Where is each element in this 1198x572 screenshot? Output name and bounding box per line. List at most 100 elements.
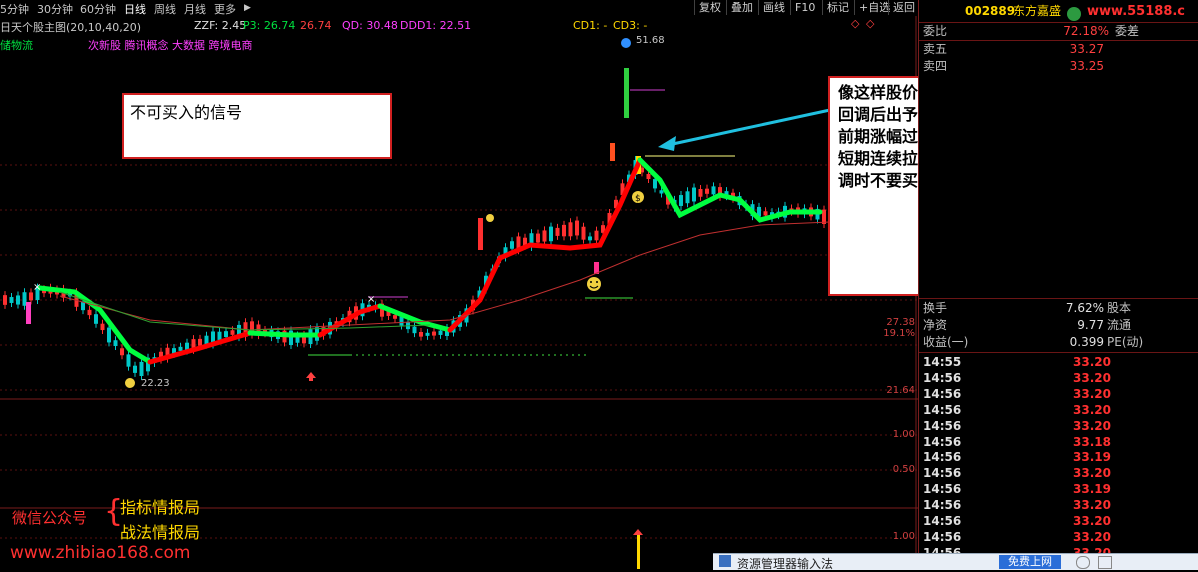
candle	[555, 227, 560, 236]
stat-label-2: 股本	[1107, 301, 1132, 315]
axis-label: 21.64	[886, 385, 915, 396]
tick-time: 14:56	[923, 370, 962, 385]
stat-label-2: PE(动)	[1107, 335, 1144, 349]
candle	[26, 302, 31, 324]
tick-price: 33.20	[1073, 466, 1111, 481]
watermark-line1: 指标情报局	[120, 498, 201, 517]
axis-label: 27.38	[886, 317, 915, 328]
tick-row: 14:56 33.19	[919, 449, 1198, 465]
tick-price: 33.20	[1073, 498, 1111, 513]
stat-value: 7.62%	[1065, 301, 1104, 315]
tick-row: 14:56 33.20	[919, 386, 1198, 402]
ask5-row: 卖五 33.27	[919, 41, 1198, 58]
coin-icon	[125, 378, 135, 388]
tick-price: 33.19	[1073, 482, 1111, 497]
candle	[224, 331, 228, 337]
smiley-icon	[587, 277, 601, 291]
axis-label: 19.1%	[883, 328, 915, 339]
high-price-label: 51.68	[636, 35, 665, 46]
tick-row: 14:55 33.20	[919, 354, 1198, 370]
tick-list[interactable]: 14:55 33.20 14:56 33.20 14:56 33.20 14:56 33.20…	[919, 354, 1198, 569]
candle	[659, 190, 664, 194]
weibi-row: 委比 72.18% 委差	[919, 23, 1198, 40]
tick-row: 14:56 33.20	[919, 529, 1198, 545]
wechat-label: 微信公众号	[12, 509, 88, 527]
axis-label: 1.00	[892, 429, 915, 440]
candle	[419, 332, 423, 337]
callout-arrow	[667, 108, 831, 147]
stock-header: 002889 东方嘉盛 www.55188.c	[919, 3, 1198, 21]
tick-time: 14:56	[923, 482, 962, 497]
tick-time: 14:55	[923, 355, 962, 369]
candle	[510, 241, 514, 249]
tick-time: 14:56	[923, 498, 962, 513]
stat-row: 换手 7.62% 股本	[919, 300, 1198, 317]
candle	[536, 233, 540, 243]
candle	[594, 230, 599, 241]
stat-label: 净资	[923, 318, 948, 332]
candle	[610, 143, 615, 161]
candle	[549, 226, 553, 242]
tick-price: 33.20	[1073, 370, 1111, 385]
candle	[100, 323, 105, 331]
candle	[87, 309, 92, 316]
axis-label: 1.00	[892, 531, 915, 542]
tick-price: 33.20	[1073, 355, 1111, 369]
candle	[568, 222, 573, 237]
candle	[29, 292, 33, 301]
stat-label-2: 流通	[1107, 318, 1132, 332]
coin-icon-2	[486, 214, 494, 222]
tick-row: 14:56 33.20	[919, 402, 1198, 418]
ma-line	[59, 221, 831, 331]
low-price-label: 22.23	[141, 378, 170, 389]
candle	[139, 361, 144, 376]
signal-arrow-icon	[633, 529, 643, 535]
tick-price: 33.20	[1073, 386, 1111, 401]
ask4-row: 卖四 33.25	[919, 58, 1198, 75]
free-internet-button[interactable]: 免费上网	[999, 555, 1061, 569]
tick-time: 14:56	[923, 402, 962, 417]
popup-title: 资源管理器输入法	[737, 557, 834, 571]
callout-arrow-head-icon	[658, 136, 676, 151]
candle	[120, 348, 124, 356]
watermark-url: www.zhibiao168.com	[10, 543, 191, 563]
candle	[217, 331, 222, 340]
window-icon[interactable]	[1098, 556, 1112, 569]
candle	[432, 331, 436, 336]
candle	[126, 354, 131, 367]
candle	[624, 68, 629, 118]
tick-time: 14:56	[923, 386, 962, 401]
app-icon	[719, 555, 731, 567]
stat-row: 收益(一) 0.399 PE(动)	[919, 334, 1198, 351]
stat-row: 净资 9.77 流通	[919, 317, 1198, 334]
ask4-price: 33.25	[1069, 59, 1104, 73]
logo-icon	[1067, 7, 1081, 21]
peak-marker-icon	[621, 38, 631, 48]
ime-popup[interactable]: 资源管理器输入法 免费上网	[713, 553, 1198, 571]
trend-line	[37, 285, 153, 365]
ask4-label: 卖四	[923, 59, 948, 73]
candle	[646, 173, 651, 180]
stock-code: 002889	[965, 4, 1016, 18]
watermark-line2: 战法情报局	[120, 523, 201, 542]
candle	[542, 230, 547, 242]
tick-row: 14:56 33.20	[919, 418, 1198, 434]
candle	[581, 226, 586, 240]
svg-text:×: ×	[367, 294, 375, 305]
tick-row: 14:56 33.19	[919, 481, 1198, 497]
tick-price: 33.20	[1073, 402, 1111, 417]
left-note-box: 不可买入的信号	[122, 93, 392, 159]
candle	[113, 340, 118, 347]
tick-price: 33.18	[1073, 434, 1111, 449]
candle	[399, 316, 404, 326]
candle	[692, 187, 696, 202]
search-icon[interactable]	[1076, 556, 1090, 569]
candle	[133, 365, 137, 373]
candle	[438, 330, 443, 335]
ask5-price: 33.27	[1069, 42, 1104, 56]
tick-row: 14:56 33.20	[919, 370, 1198, 386]
tick-price: 33.20	[1073, 418, 1111, 433]
candle	[9, 297, 14, 303]
stock-name: 东方嘉盛	[1013, 4, 1062, 18]
candle	[575, 220, 579, 236]
